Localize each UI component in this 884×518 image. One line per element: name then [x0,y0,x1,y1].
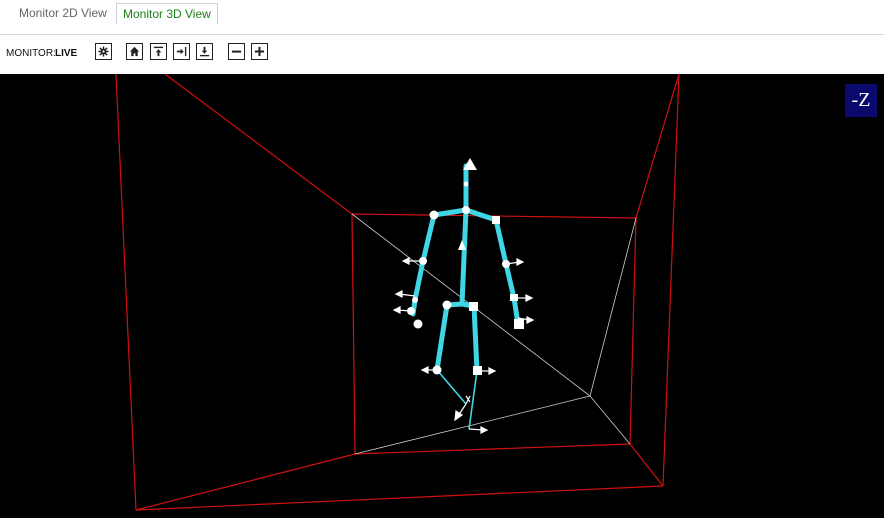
zoom-in-button[interactable] [251,43,268,60]
monitor-status-value: LIVE [55,48,78,59]
room-wireframe [115,74,680,511]
bottom-view-button[interactable] [196,43,213,60]
side-view-button[interactable] [173,43,190,60]
tab-monitor-2d-view[interactable]: Monitor 2D View [13,3,113,23]
top-view-icon [153,46,164,57]
axis-orientation-label: -Z [845,84,877,117]
room-edge-top-right [635,74,680,219]
skeleton-bones [410,163,521,374]
floor-lines [351,213,637,455]
3d-viewport[interactable]: -Z [0,74,884,518]
zoom-out-button[interactable] [228,43,245,60]
back-wall-rect [351,213,637,455]
tab-monitor-3d-view[interactable]: Monitor 3D View [116,3,218,25]
view-tab-bar: Monitor 2D View Monitor 3D View [0,0,884,35]
side-view-icon [176,46,187,57]
room-edge-top-left [164,74,353,215]
settings-button[interactable] [95,43,112,60]
room-edge-bottom-right [629,443,664,487]
home-icon [129,46,140,57]
zoom-in-icon [254,46,265,57]
home-view-button[interactable] [126,43,143,60]
settings-icon [98,46,109,57]
bottom-view-icon [199,46,210,57]
monitor-label: MONITOR: [6,48,56,59]
zoom-out-icon [231,50,242,53]
room-edge-right-vertical [662,74,680,487]
monitor-toolbar: MONITOR: LIVE [0,35,884,73]
top-view-button[interactable] [150,43,167,60]
room-edge-left-vertical [115,74,137,511]
skeleton-lower-legs [436,369,478,430]
skeleton-scene [115,74,680,511]
